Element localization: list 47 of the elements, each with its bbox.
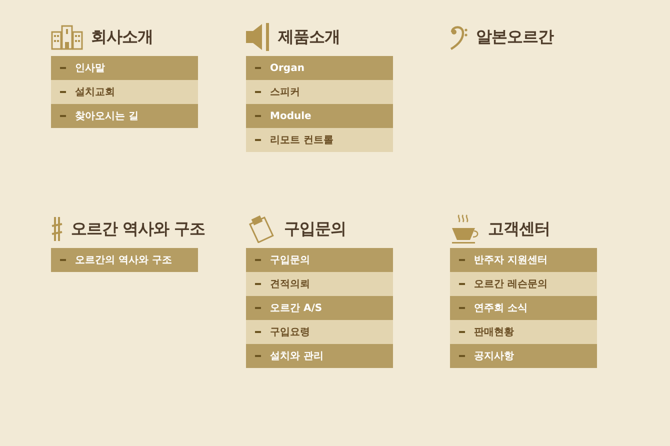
menu-item[interactable]: 공지사항 <box>450 344 597 368</box>
dash-icon <box>60 91 66 93</box>
dash-icon <box>459 355 465 357</box>
menu-item[interactable]: 견적의뢰 <box>246 272 393 296</box>
speaker-icon <box>246 23 270 51</box>
bass-clef-icon <box>450 23 468 51</box>
dash-icon <box>459 283 465 285</box>
dash-icon <box>255 307 261 309</box>
menu-item[interactable]: 판매현황 <box>450 320 597 344</box>
menu-item[interactable]: Organ <box>246 56 393 80</box>
dash-icon <box>255 91 261 93</box>
building-icon <box>51 24 83 50</box>
menu-item[interactable]: 오르간의 역사와 구조 <box>51 248 198 272</box>
dash-icon <box>459 331 465 333</box>
section-title: 제품소개 <box>278 26 340 48</box>
dash-icon <box>255 259 261 261</box>
menu-item[interactable]: 오르간 A/S <box>246 296 393 320</box>
menu-item[interactable]: 설치와 관리 <box>246 344 393 368</box>
dash-icon <box>60 115 66 117</box>
dash-icon <box>459 307 465 309</box>
coffee-cup-icon <box>450 214 480 244</box>
dash-icon <box>255 355 261 357</box>
section-title: 고객센터 <box>488 218 550 240</box>
section-title: 회사소개 <box>91 26 153 48</box>
dash-icon <box>459 259 465 261</box>
dash-icon <box>255 67 261 69</box>
dash-icon <box>60 259 66 261</box>
menu-item[interactable]: 연주회 소식 <box>450 296 597 320</box>
menu-item[interactable]: 리모트 컨트롤 <box>246 128 393 152</box>
dash-icon <box>60 67 66 69</box>
dash-icon <box>255 115 261 117</box>
menu-item[interactable]: 구입문의 <box>246 248 393 272</box>
menu-item[interactable]: 오르간 레슨문의 <box>450 272 597 296</box>
section-title: 오르간 역사와 구조 <box>71 218 206 240</box>
menu-item[interactable]: 찾아오시는 길 <box>51 104 198 128</box>
sharp-icon <box>51 216 63 242</box>
dash-icon <box>255 331 261 333</box>
menu-item[interactable]: 반주자 지원센터 <box>450 248 597 272</box>
menu-item[interactable]: 스피커 <box>246 80 393 104</box>
dash-icon <box>255 283 261 285</box>
dash-icon <box>255 139 261 141</box>
section-title: 알본오르간 <box>476 26 554 48</box>
menu-item[interactable]: 설치교회 <box>51 80 198 104</box>
menu-item[interactable]: 인사말 <box>51 56 198 80</box>
menu-item[interactable]: 구입요령 <box>246 320 393 344</box>
section-title: 구입문의 <box>284 218 346 240</box>
menu-item[interactable]: Module <box>246 104 393 128</box>
